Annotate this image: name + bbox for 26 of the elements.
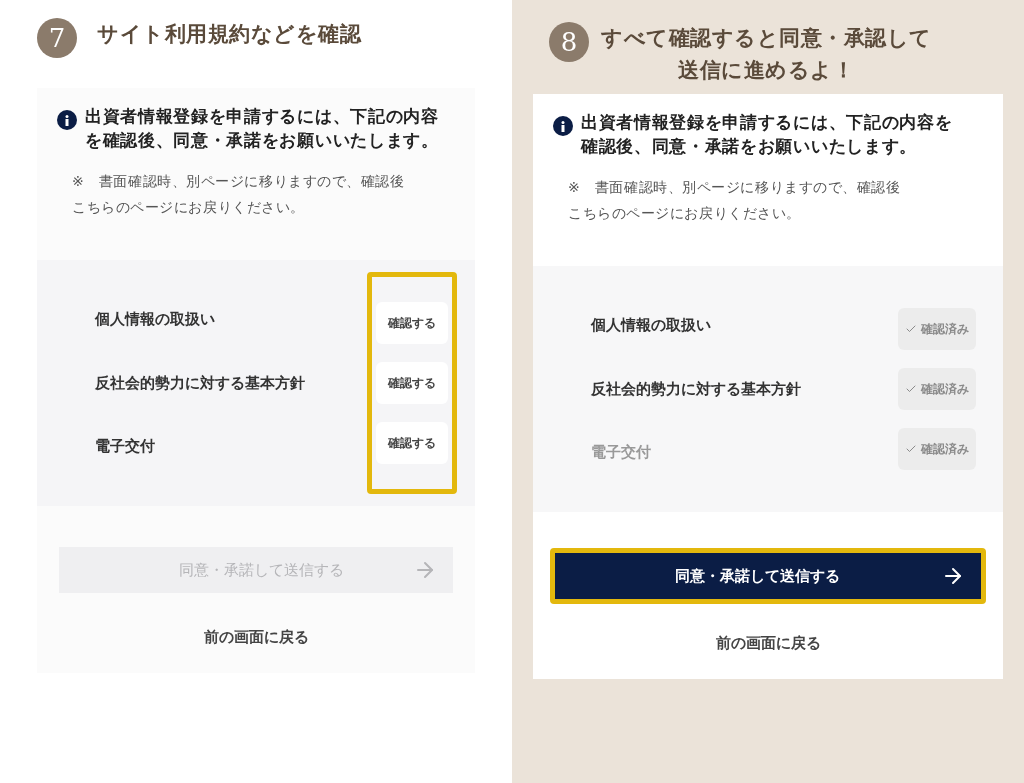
document-title: 電子交付 <box>95 436 156 458</box>
check-icon <box>905 443 917 455</box>
check-icon <box>905 323 917 335</box>
document-title: 反社会的勢力に対する基本方針 <box>95 372 305 394</box>
check-icon <box>905 383 917 395</box>
confirm-button[interactable]: 確認する <box>376 302 448 344</box>
confirm-button[interactable]: 確認する <box>376 362 448 404</box>
info-icon <box>57 110 77 130</box>
confirm-button[interactable]: 確認する <box>376 422 448 464</box>
info-icon <box>553 116 573 136</box>
step-badge: 8 <box>549 22 589 62</box>
note-text: ※ 書面確認時、別ページに移りますので、確認後こちらのページにお戻りください。 <box>568 178 902 223</box>
step-caption: 送信に進めるよ！ <box>678 57 855 84</box>
submit-button[interactable]: 同意・承諾して送信する <box>555 553 981 599</box>
document-title: 反社会的勢力に対する基本方針 <box>591 378 801 400</box>
back-link[interactable]: 前の画面に戻る <box>203 626 309 649</box>
notice-text: 出資者情報登録を申請するには、下記の内容を確認後、同意・承諾をお願いいたします。 <box>581 111 954 158</box>
note-text: ※ 書面確認時、別ページに移りますので、確認後こちらのページにお戻りください。 <box>72 172 406 217</box>
document-title: 個人情報の取扱い <box>591 315 712 337</box>
step-badge: 7 <box>37 18 77 58</box>
step-caption: サイト利用規約などを確認 <box>97 21 362 48</box>
step-caption: すべて確認すると同意・承認して <box>601 25 932 52</box>
document-title: 電子交付 <box>591 442 652 464</box>
notice-text: 出資者情報登録を申請するには、下記の内容を確認後、同意・承諾をお願いいたします。 <box>85 105 440 152</box>
document-title: 個人情報の取扱い <box>95 309 216 331</box>
back-link[interactable]: 前の画面に戻る <box>715 632 821 655</box>
